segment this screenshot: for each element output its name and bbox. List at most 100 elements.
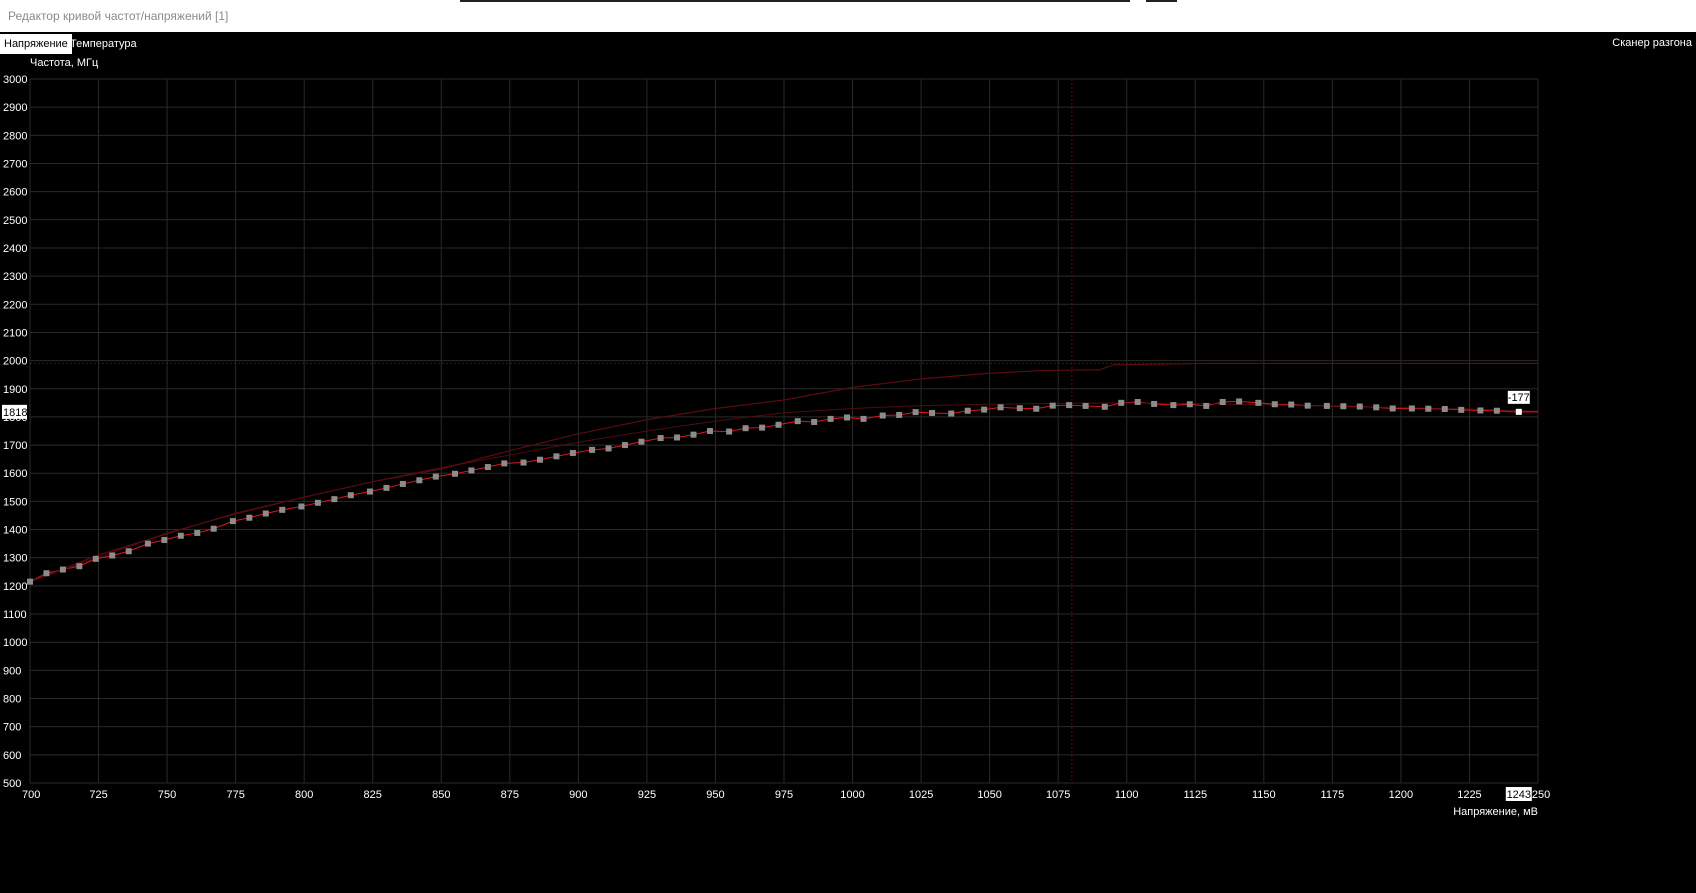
curve-point[interactable]: [1373, 404, 1380, 411]
curve-point[interactable]: [43, 570, 50, 577]
curve-point[interactable]: [383, 484, 390, 491]
curve-point[interactable]: [399, 480, 406, 487]
curve-point[interactable]: [1441, 406, 1448, 413]
curve-point[interactable]: [569, 449, 576, 456]
curve-point[interactable]: [879, 412, 886, 419]
y-axis-tick-labels: 500 600 700 800 900 1000 1100 1200 1300 1400 1500 1…: [3, 74, 27, 790]
curve-point[interactable]: [1049, 402, 1056, 409]
curve-point[interactable]: [860, 415, 867, 422]
curve-point[interactable]: [109, 552, 116, 559]
x-marker-label: 1243: [1507, 789, 1531, 801]
curve-point[interactable]: [314, 499, 321, 506]
curve-point[interactable]: [1389, 405, 1396, 412]
curve-point[interactable]: [229, 518, 236, 525]
curve-point[interactable]: [1219, 398, 1226, 405]
curve-point[interactable]: [912, 409, 919, 416]
curve-point[interactable]: [1066, 402, 1073, 409]
curve-point[interactable]: [1408, 405, 1415, 412]
curve-point[interactable]: [177, 532, 184, 539]
curve-point[interactable]: [451, 470, 458, 477]
curve-point[interactable]: [416, 477, 423, 484]
curve-point[interactable]: [1082, 402, 1089, 409]
curve-point[interactable]: [1118, 399, 1125, 406]
curve-point[interactable]: [553, 453, 560, 460]
curve-point[interactable]: [1477, 407, 1484, 414]
curve-point[interactable]: [690, 431, 697, 438]
curve-point[interactable]: [27, 578, 33, 585]
curve-point[interactable]: [1493, 407, 1500, 414]
curve-point[interactable]: [1288, 401, 1295, 408]
curve-point[interactable]: [144, 540, 151, 547]
curve-point[interactable]: [726, 428, 733, 435]
selected-point[interactable]: [1515, 408, 1522, 415]
curve-point[interactable]: [929, 409, 936, 416]
curve-point[interactable]: [194, 529, 201, 536]
curve-point[interactable]: [59, 566, 66, 573]
curve-point[interactable]: [468, 467, 475, 474]
curve-point[interactable]: [742, 425, 749, 432]
curve-point[interactable]: [589, 446, 596, 453]
curve-point[interactable]: [501, 460, 508, 467]
y-tick-label: 2800: [3, 130, 27, 142]
curve-point[interactable]: [92, 555, 99, 562]
curve-point[interactable]: [76, 563, 83, 570]
curve-point[interactable]: [536, 456, 543, 463]
curve-point[interactable]: [1101, 403, 1108, 410]
tab-voltage[interactable]: Напряжение: [0, 34, 72, 54]
curve-point[interactable]: [1203, 402, 1210, 409]
curve-point[interactable]: [896, 411, 903, 418]
curve-point[interactable]: [262, 510, 269, 517]
curve-point[interactable]: [811, 418, 818, 425]
curve-point[interactable]: [161, 536, 168, 543]
curve-point[interactable]: [674, 434, 681, 441]
curve-point[interactable]: [621, 442, 628, 449]
curve-point[interactable]: [1425, 405, 1432, 412]
curve-point[interactable]: [775, 421, 782, 428]
curve-point[interactable]: [520, 459, 527, 466]
overclock-scanner-button[interactable]: Сканер разгона: [1612, 34, 1692, 52]
curve-point[interactable]: [1255, 399, 1262, 406]
curve-point[interactable]: [638, 438, 645, 445]
curve-point[interactable]: [210, 525, 217, 532]
y-tick-label: 1500: [3, 496, 27, 508]
curve-point[interactable]: [605, 445, 612, 452]
curve-point[interactable]: [366, 488, 373, 495]
curve-point[interactable]: [1356, 403, 1363, 410]
curve-point[interactable]: [432, 473, 439, 480]
curve-point[interactable]: [794, 418, 801, 425]
curve-point[interactable]: [246, 514, 253, 521]
curve-point[interactable]: [1016, 405, 1023, 412]
curve-point[interactable]: [1236, 398, 1243, 405]
curve-point[interactable]: [1151, 400, 1158, 407]
curve-point[interactable]: [279, 506, 286, 513]
curve-point[interactable]: [125, 548, 132, 555]
curve-point[interactable]: [1458, 406, 1465, 413]
curve-point[interactable]: [948, 410, 955, 417]
curve-point[interactable]: [1033, 405, 1040, 412]
curve-point[interactable]: [331, 496, 338, 503]
tab-temperature[interactable]: Температура: [66, 34, 141, 54]
curve-point[interactable]: [1323, 402, 1330, 409]
curve-point[interactable]: [964, 407, 971, 414]
curve-point[interactable]: [1304, 402, 1311, 409]
curve-point[interactable]: [1340, 403, 1347, 410]
curve-point[interactable]: [484, 464, 491, 471]
chart-svg[interactable]: 500 600 700 800 900 1000 1100 1200 1300 1400 1500 1…: [0, 56, 1696, 888]
curve-point[interactable]: [827, 415, 834, 422]
curve-points[interactable]: [27, 398, 1500, 585]
curve-point[interactable]: [1134, 398, 1141, 405]
curve-point[interactable]: [1186, 401, 1193, 408]
curve-point[interactable]: [981, 406, 988, 413]
curve-point[interactable]: [298, 503, 305, 510]
curve-point[interactable]: [1271, 401, 1278, 408]
curve-point[interactable]: [706, 428, 713, 434]
vf-curve-chart[interactable]: 500 600 700 800 900 1000 1100 1200 1300 1400 1500 1…: [0, 56, 1696, 888]
curve-point[interactable]: [657, 435, 664, 442]
y-tick-label: 500: [3, 778, 21, 790]
curve-point[interactable]: [997, 404, 1004, 411]
curve-point[interactable]: [844, 414, 851, 421]
selected-point-group[interactable]: -177 1818 1243: [2, 390, 1532, 801]
curve-point[interactable]: [759, 424, 766, 431]
curve-point[interactable]: [347, 492, 354, 499]
curve-point[interactable]: [1170, 402, 1177, 409]
